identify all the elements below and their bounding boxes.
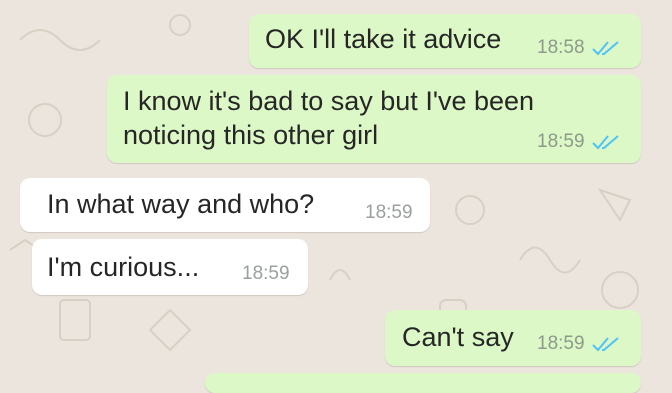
outgoing-message-bubble[interactable]: Can't say 18:59 bbox=[385, 310, 641, 366]
double-check-icon bbox=[591, 41, 619, 56]
incoming-message-bubble[interactable]: I'm curious... 18:59 bbox=[32, 239, 308, 295]
message-meta: 18:58 bbox=[537, 38, 621, 58]
message-text-line: noticing this other girl bbox=[123, 120, 379, 150]
message-text: I'm curious... bbox=[47, 252, 200, 282]
message-meta: 18:59 bbox=[537, 334, 621, 354]
message-meta: 18:59 bbox=[365, 203, 413, 223]
incoming-message-bubble[interactable]: In what way and who? 18:59 bbox=[20, 178, 430, 232]
outgoing-message-bubble[interactable]: I know it's bad to say but I've been not… bbox=[107, 75, 641, 163]
message-timestamp: 18:59 bbox=[537, 333, 585, 354]
message-timestamp: 18:59 bbox=[242, 263, 290, 284]
message-meta: 18:59 bbox=[537, 132, 621, 152]
message-text: In what way and who? bbox=[47, 189, 315, 219]
message-meta: 18:59 bbox=[242, 264, 290, 284]
message-text-line: I know it's bad to say but I've been bbox=[123, 86, 535, 116]
outgoing-message-bubble[interactable]: OK I'll take it advice 18:58 bbox=[249, 14, 641, 68]
message-text: OK I'll take it advice bbox=[265, 24, 502, 54]
message-timestamp: 18:58 bbox=[537, 37, 585, 58]
double-check-icon bbox=[591, 135, 619, 150]
double-check-icon bbox=[591, 337, 619, 352]
message-timestamp: 18:59 bbox=[365, 202, 413, 223]
chat-conversation: OK I'll take it advice 18:58 I know it's… bbox=[0, 0, 672, 393]
message-timestamp: 18:59 bbox=[537, 131, 585, 152]
outgoing-message-bubble-partial[interactable] bbox=[205, 373, 641, 393]
message-text: Can't say bbox=[402, 322, 514, 352]
